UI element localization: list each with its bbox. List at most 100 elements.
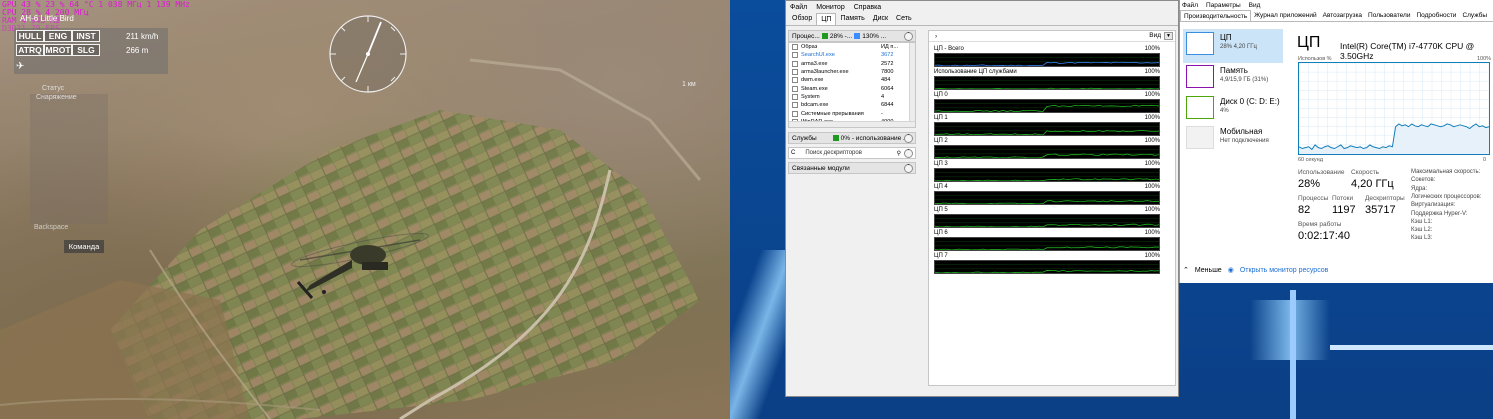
tm-item-cpu[interactable]: ЦП 28% 4,20 ГГц bbox=[1183, 29, 1283, 63]
process-list-header: Образ ИД п... bbox=[789, 43, 915, 51]
tm-footer: ⌃ Меньше ◉ Открыть монитор ресурсов bbox=[1183, 266, 1329, 275]
select-all-checkbox[interactable] bbox=[792, 44, 798, 51]
backspace-hint: Backspace bbox=[34, 224, 69, 231]
cpu-graphs-pane: › Вид ▼ ЦП - Всего 100% Использование ЦП с… bbox=[928, 30, 1176, 386]
tab-app-history[interactable]: Журнал приложений bbox=[1251, 10, 1320, 21]
chevron-down-icon[interactable]: ▼ bbox=[1164, 32, 1173, 40]
graph-plot bbox=[934, 145, 1160, 159]
col-pid[interactable]: ИД п... bbox=[881, 44, 911, 50]
graph-max: 100% bbox=[1144, 253, 1160, 259]
vertical-scrollbar[interactable] bbox=[909, 43, 915, 127]
search-icon[interactable]: ⚲ bbox=[897, 150, 901, 157]
menu-monitor[interactable]: Монитор bbox=[816, 4, 845, 11]
process-checkbox[interactable] bbox=[792, 85, 798, 92]
process-checkbox[interactable] bbox=[792, 52, 798, 59]
menu-help[interactable]: Справка bbox=[854, 4, 881, 11]
stat-threads: 1197 bbox=[1332, 204, 1356, 216]
process-row[interactable]: arma3.exe 2572 bbox=[789, 60, 915, 68]
col-image[interactable]: Образ bbox=[801, 44, 881, 50]
processes-header[interactable]: Процес... 28% -... 130% ... ˆ bbox=[788, 30, 916, 42]
menu-item-status[interactable]: Статус bbox=[42, 85, 64, 92]
tab-memory[interactable]: Память bbox=[836, 13, 868, 25]
tab-network[interactable]: Сеть bbox=[892, 13, 916, 25]
tm-item-title: Диск 0 (C: D: E:) bbox=[1220, 97, 1280, 106]
horizontal-scrollbar[interactable] bbox=[789, 121, 915, 127]
tab-performance[interactable]: Производительность bbox=[1180, 10, 1252, 21]
process-checkbox[interactable] bbox=[792, 93, 798, 100]
tm-item-mobile[interactable]: Мобильная Нет подключения bbox=[1183, 123, 1283, 157]
handles-search[interactable]: С Поиск дескрипторов ⚲ ˇ bbox=[788, 147, 916, 159]
tab-disk[interactable]: Диск bbox=[869, 13, 892, 25]
cpu-core-graph: ЦП 0 100% bbox=[934, 91, 1160, 115]
command-button[interactable]: Команда bbox=[64, 240, 104, 253]
process-checkbox[interactable] bbox=[792, 102, 798, 109]
tm-menu-view[interactable]: Вид bbox=[1249, 2, 1261, 9]
chevron-down-icon[interactable]: ˇ bbox=[904, 164, 913, 173]
process-row[interactable]: Steam.exe 6064 bbox=[789, 84, 915, 92]
details-pane: Процес... 28% -... 130% ... ˆ Образ ИД п… bbox=[788, 30, 916, 395]
process-checkbox[interactable] bbox=[792, 110, 798, 117]
resource-monitor-window[interactable]: Файл Монитор Справка Обзор ЦП Память Дис… bbox=[785, 0, 1179, 397]
tm-item-title: ЦП bbox=[1220, 33, 1232, 42]
open-resource-monitor-link[interactable]: Открыть монитор ресурсов bbox=[1240, 267, 1329, 274]
tab-cpu[interactable]: ЦП bbox=[816, 13, 837, 25]
process-row[interactable]: Системные прерывания - bbox=[789, 109, 915, 117]
graphs-header: › Вид ▼ bbox=[929, 31, 1175, 42]
cpu-spec-label: Максимальная скорость: bbox=[1411, 169, 1481, 175]
services-square-icon bbox=[832, 135, 839, 141]
stat-uptime: 0:02:17:40 bbox=[1298, 230, 1350, 242]
process-name: System bbox=[801, 93, 820, 100]
tm-menu-options[interactable]: Параметры bbox=[1206, 2, 1241, 9]
tab-details[interactable]: Подробности bbox=[1413, 10, 1459, 21]
hud-mrot: MROT bbox=[44, 44, 72, 56]
process-checkbox[interactable] bbox=[792, 60, 798, 67]
task-manager-window[interactable]: Файл Параметры Вид Производительность Жу… bbox=[1179, 0, 1493, 283]
graph-max: 100% bbox=[1144, 46, 1160, 52]
process-name: arma3launcher.exe bbox=[801, 69, 849, 76]
chevron-up-icon[interactable]: ˆ bbox=[904, 32, 913, 41]
collapse-icon[interactable]: › bbox=[935, 33, 937, 40]
view-button[interactable]: Вид bbox=[1149, 32, 1161, 39]
process-checkbox[interactable] bbox=[792, 77, 798, 84]
menu-item-equipment[interactable]: Снаряжение bbox=[36, 94, 77, 101]
cpu-usage-graph bbox=[1298, 62, 1490, 155]
cpu-spec-label: Логических процессоров: bbox=[1411, 193, 1482, 200]
process-row[interactable]: SearchUI.exe 3672 bbox=[789, 51, 915, 59]
cpu-model: Intel(R) Core(TM) i7-4770K CPU @ 3.50GHz bbox=[1340, 41, 1475, 61]
process-checkbox[interactable] bbox=[792, 69, 798, 76]
services-header[interactable]: Службы 0% - использование ... ˇ bbox=[788, 132, 916, 144]
graph-plot bbox=[934, 214, 1160, 228]
process-row[interactable]: System 4 bbox=[789, 93, 915, 101]
chevron-up-icon[interactable]: ⌃ bbox=[1183, 266, 1189, 274]
modules-title: Связанные модули bbox=[792, 164, 850, 172]
stat-handles: 35717 bbox=[1365, 204, 1396, 216]
menu-file[interactable]: Файл bbox=[790, 4, 807, 11]
tm-item-sub: 4% bbox=[1220, 108, 1229, 114]
fewer-details-button[interactable]: Меньше bbox=[1195, 267, 1222, 274]
chevron-down-icon[interactable]: ˇ bbox=[904, 134, 913, 143]
chevron-down-icon[interactable]: ˇ bbox=[904, 149, 913, 158]
cpu-spec-label: Кэш L2: bbox=[1411, 227, 1433, 234]
services-usage: 0% - использование ... bbox=[840, 134, 909, 142]
time-axis-label: 60 секунд bbox=[1298, 157, 1323, 163]
modules-header[interactable]: Связанные модули ˇ bbox=[788, 162, 916, 174]
tab-startup[interactable]: Автозагрузка bbox=[1320, 10, 1365, 21]
game-viewport[interactable]: GPU 43 % 23 % 64 °C 1 038 МГц 1 139 MHz … bbox=[0, 0, 730, 419]
process-row[interactable]: bdcam.exe 6844 bbox=[789, 101, 915, 109]
tab-users[interactable]: Пользователи bbox=[1365, 10, 1413, 21]
tab-overview[interactable]: Обзор bbox=[788, 13, 816, 25]
process-row[interactable]: arma3launcher.exe 7800 bbox=[789, 68, 915, 76]
tm-item-memory[interactable]: Память 4,9/15,9 ГБ (31%) bbox=[1183, 62, 1283, 96]
graph-max: 100% bbox=[1144, 184, 1160, 190]
hud-hull: HULL bbox=[16, 30, 44, 42]
search-input[interactable]: Поиск дескрипторов bbox=[805, 150, 862, 156]
process-row[interactable]: dwm.exe 484 bbox=[789, 76, 915, 84]
tm-menu-file[interactable]: Файл bbox=[1182, 2, 1198, 9]
tab-services[interactable]: Службы bbox=[1459, 10, 1490, 21]
process-pid: 2572 bbox=[881, 60, 894, 67]
stat-label: Время работы bbox=[1298, 221, 1342, 228]
stat-label: Скорость bbox=[1351, 169, 1380, 176]
process-pid: 3672 bbox=[881, 52, 894, 59]
tm-item-disk[interactable]: Диск 0 (C: D: E:) 4% bbox=[1183, 93, 1283, 127]
cpu-core-graph: ЦП 6 100% bbox=[934, 229, 1160, 253]
